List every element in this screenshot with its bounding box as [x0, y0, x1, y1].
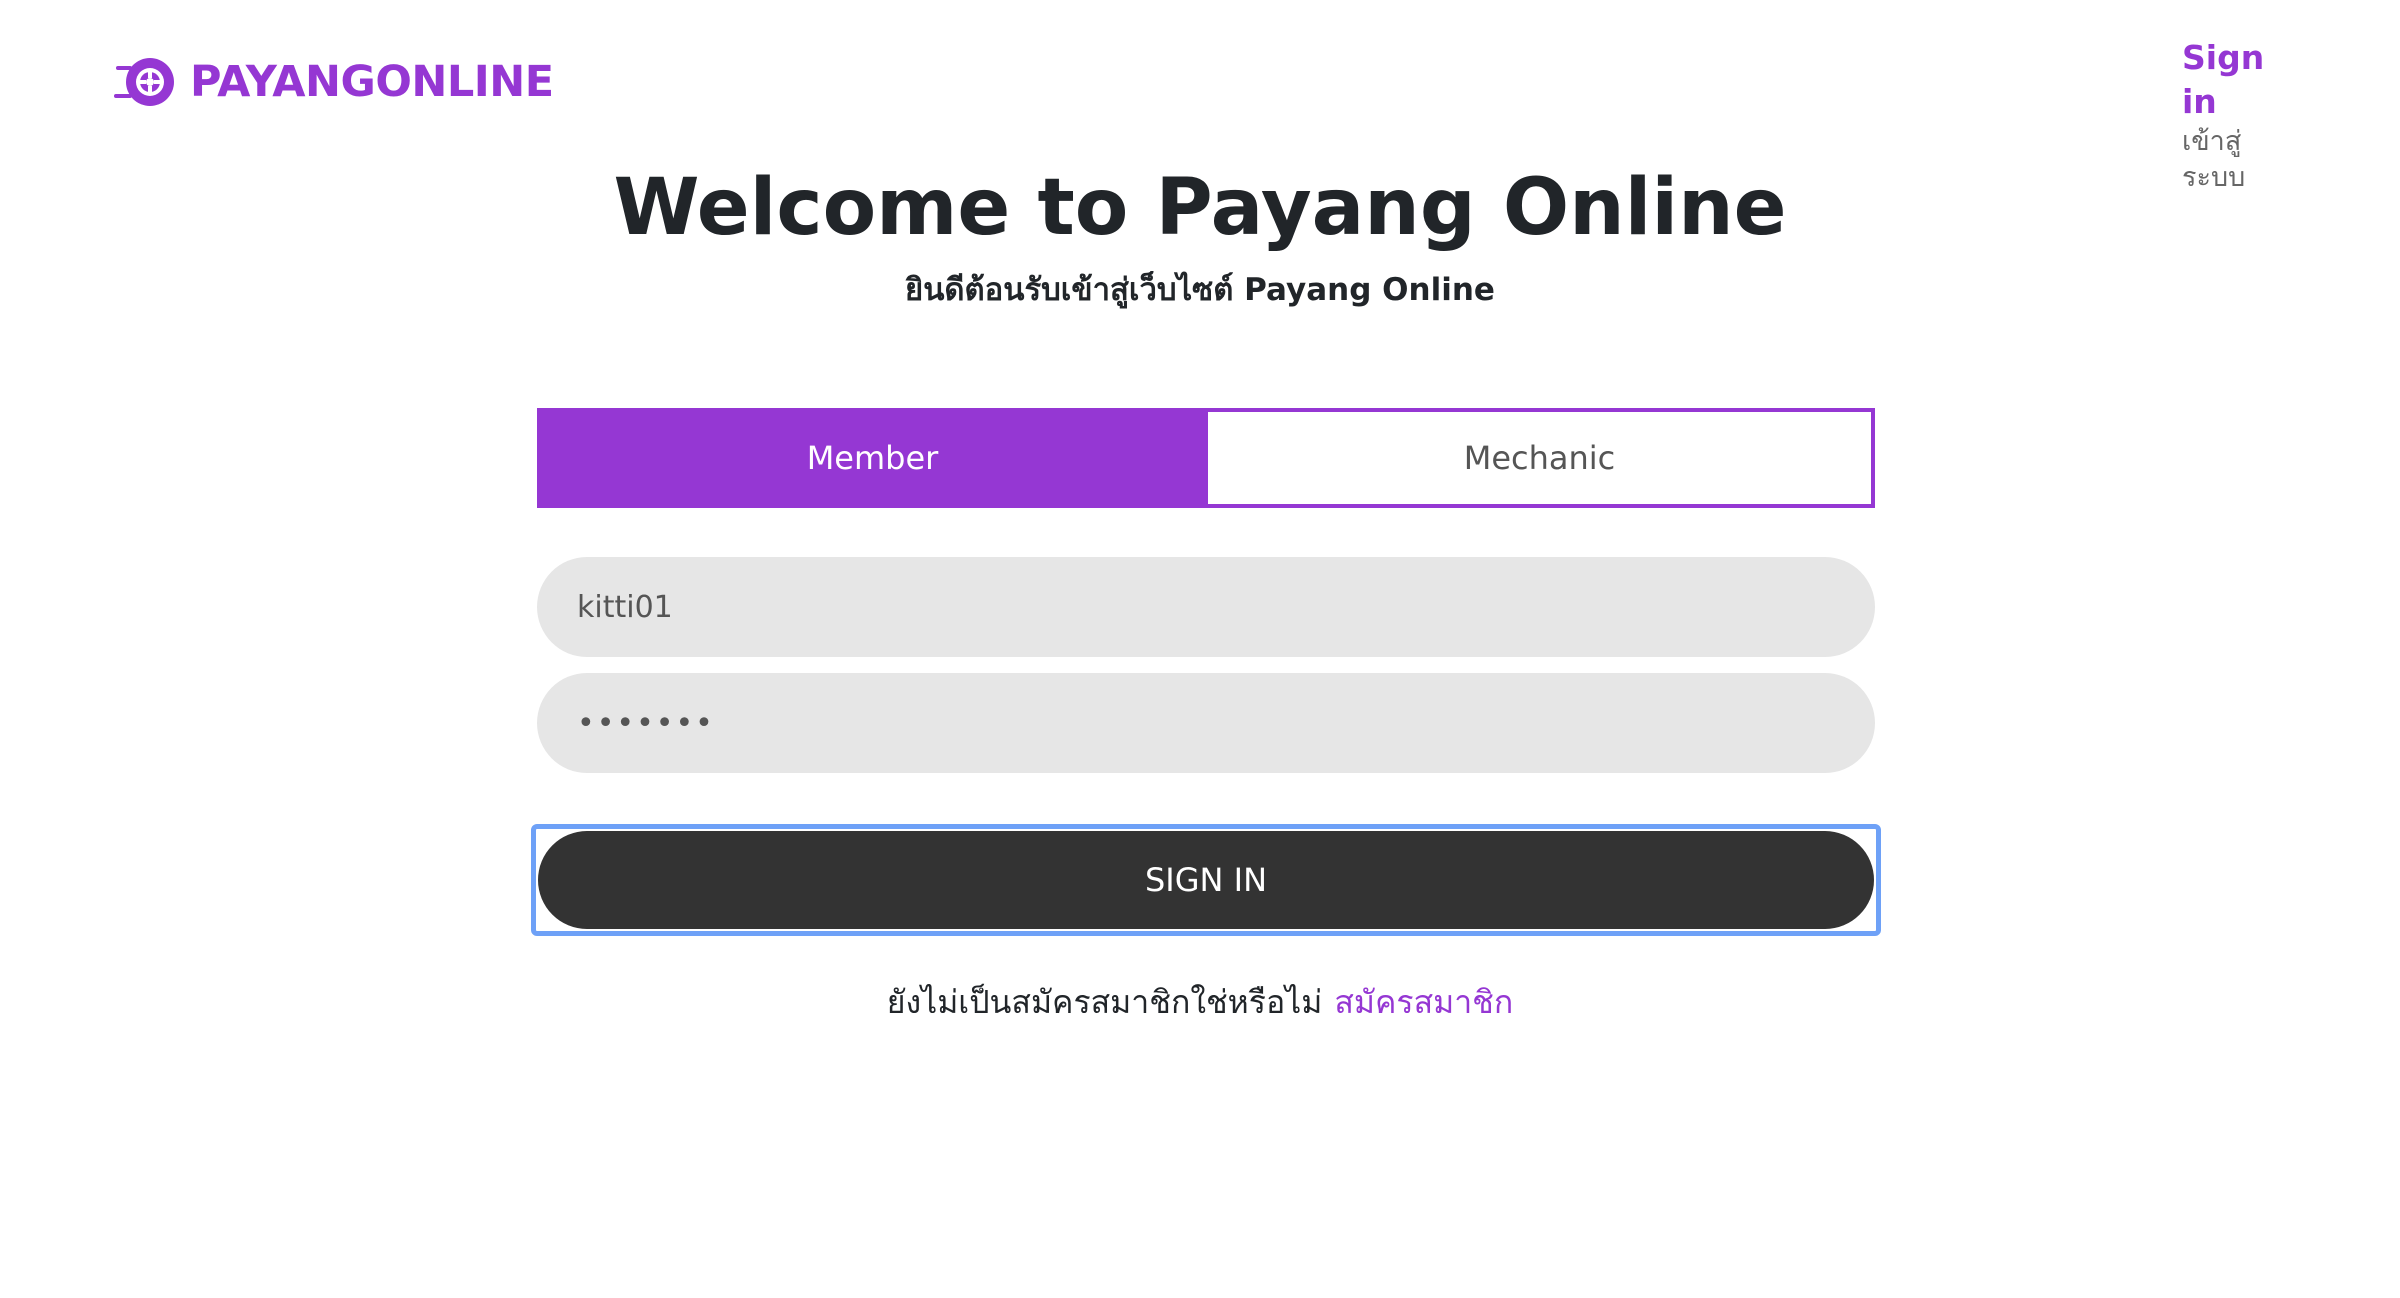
- password-input[interactable]: [537, 673, 1875, 773]
- signin-button[interactable]: SIGN IN: [538, 831, 1874, 929]
- logo[interactable]: PAYANGONLINE: [114, 52, 554, 112]
- tab-mechanic[interactable]: Mechanic: [1208, 408, 1875, 508]
- register-link[interactable]: สมัครสมาชิก: [1334, 983, 1513, 1021]
- tab-member[interactable]: Member: [537, 408, 1208, 508]
- username-input[interactable]: [537, 557, 1875, 657]
- wheel-icon: [114, 58, 174, 106]
- register-prompt: ยังไม่เป็นสมัครสมาชิกใช่หรือไม่: [886, 983, 1323, 1021]
- signin-label: Sign in: [2182, 38, 2265, 121]
- page-title: Welcome to Payang Online: [613, 163, 1787, 253]
- page-subtitle: ยินดีต้อนรับเข้าสู่เว็บไซต์ Payang Onlin…: [905, 272, 1495, 308]
- logo-text: PAYANGONLINE: [190, 57, 554, 107]
- register-prompt-line: ยังไม่เป็นสมัครสมาชิกใช่หรือไม่ สมัครสมาช…: [0, 980, 2400, 1024]
- user-type-tabs: Member Mechanic: [537, 408, 1875, 508]
